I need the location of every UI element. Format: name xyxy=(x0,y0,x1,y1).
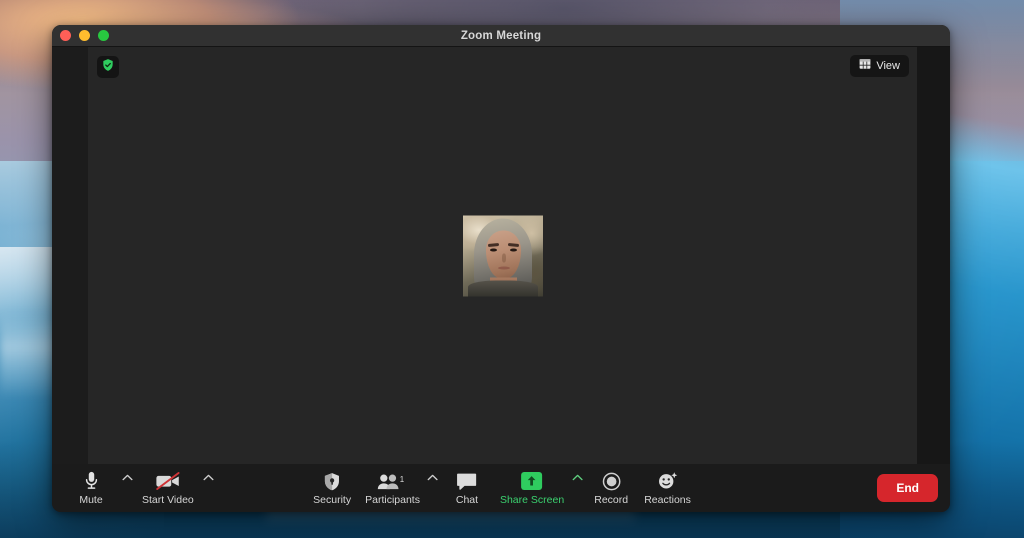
toolbar-center-group: Security 1 Participants Chat Share Scree… xyxy=(305,469,697,507)
video-options-caret[interactable] xyxy=(202,470,216,506)
end-meeting-button[interactable]: End xyxy=(877,474,938,502)
svg-text:1: 1 xyxy=(400,474,405,483)
record-circle-icon xyxy=(602,471,621,491)
grid-view-icon xyxy=(859,57,871,75)
close-window-button[interactable] xyxy=(60,30,71,41)
participants-label: Participants xyxy=(365,494,420,506)
start-video-button[interactable]: Start Video xyxy=(136,469,200,507)
stage-left-gutter xyxy=(52,47,88,464)
chevron-up-icon xyxy=(121,474,133,481)
audio-options-caret[interactable] xyxy=(120,470,134,506)
view-button-label: View xyxy=(876,60,900,72)
participant-video-tile[interactable] xyxy=(462,215,543,296)
video-stage[interactable]: View xyxy=(88,47,917,464)
participant-eyebrow-right xyxy=(507,242,519,247)
chat-bubble-icon xyxy=(456,471,477,491)
shield-check-icon xyxy=(101,58,115,77)
microphone-icon xyxy=(84,471,99,491)
encryption-status-badge[interactable] xyxy=(97,56,119,78)
participant-eyebrow-left xyxy=(487,242,499,247)
minimize-window-button[interactable] xyxy=(79,30,90,41)
participants-options-caret[interactable] xyxy=(426,470,440,506)
participant-shoulders xyxy=(467,280,538,296)
security-button[interactable]: Security xyxy=(305,469,359,507)
toolbar-left-group: Mute Start Video xyxy=(64,469,216,507)
mute-button[interactable]: Mute xyxy=(64,469,118,507)
people-icon: 1 xyxy=(378,471,408,491)
view-button[interactable]: View xyxy=(850,55,909,77)
window-titlebar: Zoom Meeting xyxy=(52,25,950,47)
zoom-meeting-window: Zoom Meeting View Mute Start Video Secur… xyxy=(52,25,950,512)
maximize-window-button[interactable] xyxy=(98,30,109,41)
reactions-label: Reactions xyxy=(644,494,691,506)
share-screen-label: Share Screen xyxy=(499,494,565,506)
share-screen-options-caret[interactable] xyxy=(570,470,584,506)
chat-button[interactable]: Chat xyxy=(440,469,494,507)
chevron-up-icon xyxy=(427,474,438,481)
window-title: Zoom Meeting xyxy=(460,29,542,42)
desktop-background: Zoom Meeting View Mute Start Video Secur… xyxy=(0,0,1024,538)
shield-icon xyxy=(323,471,341,491)
mute-label: Mute xyxy=(79,494,103,506)
meeting-toolbar: Mute Start Video Security 1 Participants… xyxy=(52,464,950,512)
security-label: Security xyxy=(313,494,352,506)
participant-nose xyxy=(501,253,506,262)
share-up-arrow-icon xyxy=(521,471,543,491)
participants-button[interactable]: 1 Participants xyxy=(359,469,426,507)
video-off-icon xyxy=(155,471,181,491)
meeting-stage-wrapper: View xyxy=(52,47,950,464)
toolbar-right-group: End xyxy=(877,474,938,502)
record-button[interactable]: Record xyxy=(584,469,638,507)
share-screen-button[interactable]: Share Screen xyxy=(494,469,570,507)
start-video-label: Start Video xyxy=(142,494,194,506)
smiley-sparkle-icon xyxy=(657,471,678,491)
reactions-button[interactable]: Reactions xyxy=(638,469,697,507)
chevron-up-icon xyxy=(572,474,583,481)
traffic-light-group xyxy=(60,30,109,41)
record-label: Record xyxy=(594,494,629,506)
participant-mouth xyxy=(497,266,510,269)
chat-label: Chat xyxy=(455,494,479,506)
chevron-up-icon xyxy=(203,474,214,481)
